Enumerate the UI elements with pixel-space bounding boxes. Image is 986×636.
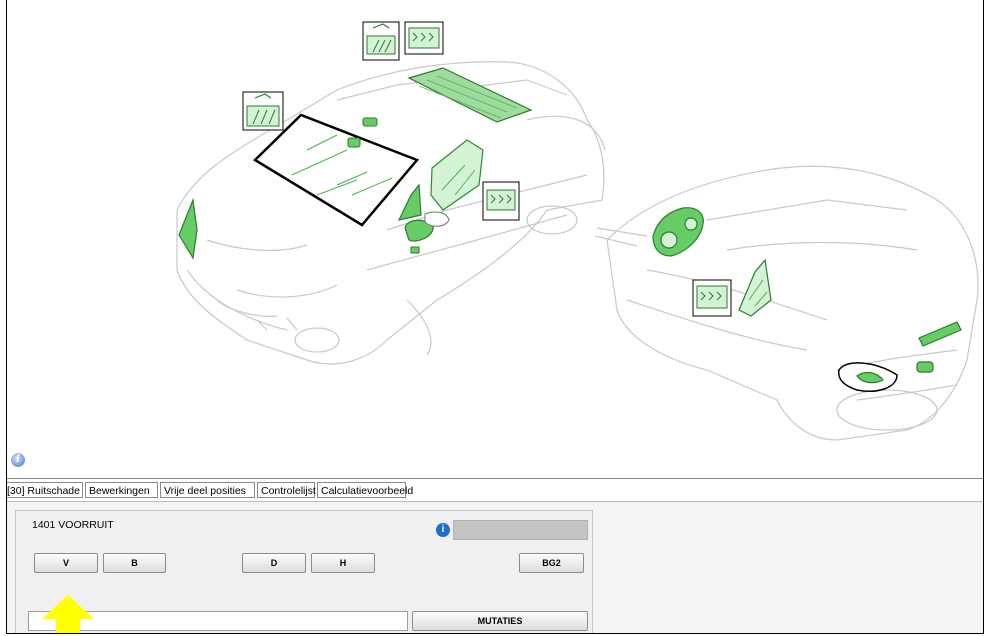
application-frame: i [30] Ruitschade Bewerkingen Vrije deel… <box>6 0 984 634</box>
button-b[interactable]: B <box>103 553 166 573</box>
heated-glass-icon-box-top[interactable] <box>404 21 444 55</box>
part-value-field[interactable] <box>453 520 588 540</box>
arrow-up-icon <box>42 595 94 633</box>
button-h[interactable]: H <box>311 553 375 573</box>
heated-glass-icon-box-rear[interactable] <box>692 279 732 317</box>
tab-ruitschade[interactable]: [30] Ruitschade <box>7 482 83 498</box>
tab-vrije-deel-posities[interactable]: Vrije deel posities <box>160 482 255 498</box>
part-title: 1401 VOORRUIT <box>32 519 114 531</box>
tab-controlelijst[interactable]: Controlelijst <box>257 482 316 498</box>
mutaties-button[interactable]: MUTATIES <box>412 611 588 631</box>
button-v[interactable]: V <box>34 553 98 573</box>
detail-area: 1401 VOORRUIT i V B D H BG2 MUTATIES <box>7 501 983 633</box>
tab-calculatievoorbeeld[interactable]: Calculatievoorbeeld <box>317 482 413 498</box>
tab-bar: [30] Ruitschade Bewerkingen Vrije deel p… <box>7 478 983 501</box>
windshield-wiper-icon-box-top[interactable] <box>362 21 400 61</box>
button-d[interactable]: D <box>242 553 306 573</box>
button-bg2[interactable]: BG2 <box>519 553 584 573</box>
heated-glass-icon-box-mid[interactable] <box>482 181 520 221</box>
vehicle-diagram <box>7 0 983 470</box>
info-icon[interactable]: i <box>11 453 25 467</box>
vehicle-diagram-svg <box>176 21 979 441</box>
info-icon[interactable]: i <box>436 523 450 537</box>
tab-bewerkingen[interactable]: Bewerkingen <box>85 482 158 498</box>
windshield-wiper-icon-box-left[interactable] <box>242 91 284 131</box>
part-panel: 1401 VOORRUIT i V B D H BG2 MUTATIES <box>15 510 593 633</box>
